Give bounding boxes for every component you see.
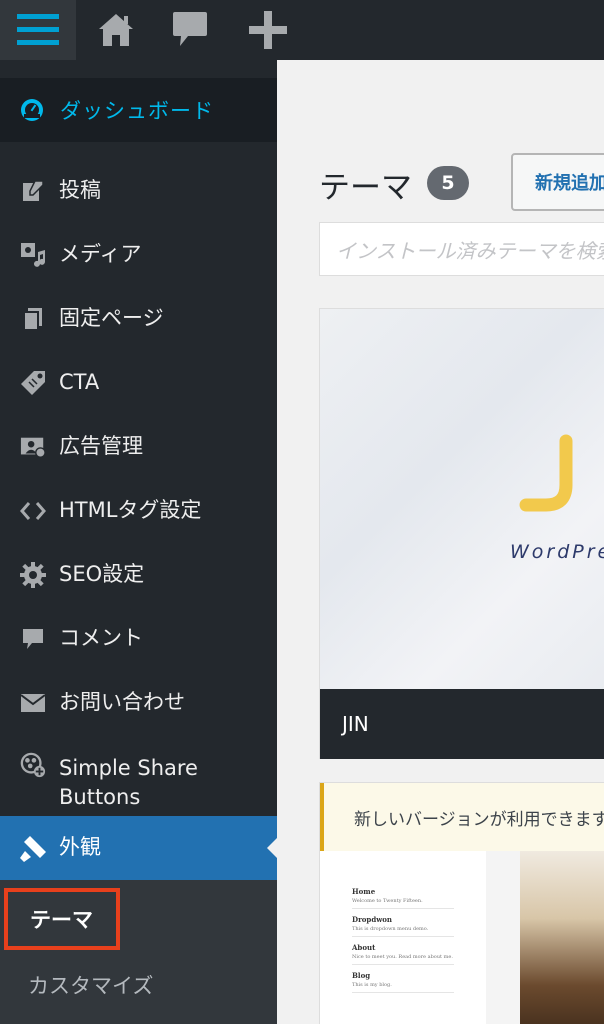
dashboard-icon [21,99,43,121]
sidebar-item-label: CTA [59,370,100,394]
theme-screenshot[interactable]: WordPress Theme [320,309,604,689]
gear-icon [20,562,46,588]
preview-menu: Home Welcome to Twenty Fifteen. Dropdwon T… [320,851,486,1024]
sidebar-item-label: メディア [59,242,142,266]
sidebar-item-label: 外観 [59,835,101,859]
home-button[interactable] [92,0,140,60]
sidebar-item-label: 投稿 [59,178,101,202]
admin-sidebar: ダッシュボード 投稿 メディア 固定ページ CTA 広告管理 HTMLタグ設定 … [0,60,277,1024]
submenu-item-label: テーマ [30,908,93,932]
sidebar-item-label: HTMLタグ設定 [59,498,202,522]
preview-menu-item: Home Welcome to Twenty Fifteen. [352,887,454,909]
sidebar-item-appearance[interactable]: 外観 [0,816,277,880]
pin-icon [20,178,46,204]
ad-icon [20,434,46,460]
page-title: テーマ [319,170,412,205]
preview-menu-title: Dropdwon [352,915,393,924]
sidebar-item-label: Simple Share Buttons [59,756,198,809]
plus-icon [249,11,287,49]
media-icon [20,242,46,268]
theme-count-badge: 5 [427,166,469,200]
preview-menu-item: Blog This is my blog. [352,971,454,993]
admin-bar [0,0,604,60]
comments-button[interactable] [166,0,214,60]
comment-icon [20,626,46,652]
submenu-item-themes[interactable]: テーマ [4,888,120,950]
preview-menu-item: About Nice to meet you. Read more about m… [352,943,454,965]
update-notice-text: 新しいバージョンが利用できます。 [354,809,604,830]
add-new-theme-button[interactable]: 新規追加 [511,153,604,211]
sidebar-item-dashboard[interactable]: ダッシュボード [0,78,277,142]
theme-name: JIN [342,712,369,736]
tag-icon [20,370,46,396]
theme-tagline: WordPress Theme [510,541,604,563]
preview-menu-desc: Nice to meet you. Read more about me. [352,954,453,960]
theme-card[interactable]: 新しいバージョンが利用できます。 Home Welcome to Twenty F… [319,782,604,1024]
preview-menu-desc: This is my blog. [352,982,392,988]
preview-menu-title: Home [352,887,376,896]
pages-icon [20,306,46,332]
paintbrush-icon [20,836,46,862]
preview-menu-desc: This is dropdown menu demo. [352,926,429,932]
preview-menu-title: About [352,943,376,952]
sidebar-item-label: お問い合わせ [59,690,185,714]
home-icon [99,14,133,46]
hamburger-icon [17,14,59,45]
code-icon [20,498,46,524]
preview-menu-title: Blog [352,971,371,980]
preview-photo [520,851,604,1024]
update-notice: 新しいバージョンが利用できます。 [320,783,604,851]
mail-icon [20,690,46,716]
theme-screenshot[interactable]: Home Welcome to Twenty Fifteen. Dropdwon T… [320,851,604,1024]
menu-toggle-button[interactable] [0,0,76,60]
sidebar-item-label: SEO設定 [59,562,145,586]
preview-menu-item: Dropdwon This is dropdown menu demo. [352,915,454,937]
share-icon [20,752,46,778]
new-content-button[interactable] [244,0,292,60]
sidebar-item-label: ダッシュボード [60,99,214,123]
main-content: テーマ 5 新規追加 インストール済みテーマを検索... WordPress T… [277,60,604,1024]
submenu-item-customize[interactable]: カスタマイズ [28,970,153,1000]
theme-name-bar: JIN [320,689,604,759]
appearance-submenu: テーマ カスタマイズ [0,880,277,1024]
sidebar-item-label: 広告管理 [59,434,143,458]
sidebar-item-label: 固定ページ [59,306,164,330]
theme-search-input[interactable]: インストール済みテーマを検索... [319,222,604,276]
sidebar-item-label: コメント [59,626,143,650]
active-indicator [267,838,277,858]
active-theme-card[interactable]: WordPress Theme JIN [319,308,604,759]
comment-icon [173,12,207,46]
jin-logo [519,434,573,512]
preview-menu-desc: Welcome to Twenty Fifteen. [352,898,423,904]
